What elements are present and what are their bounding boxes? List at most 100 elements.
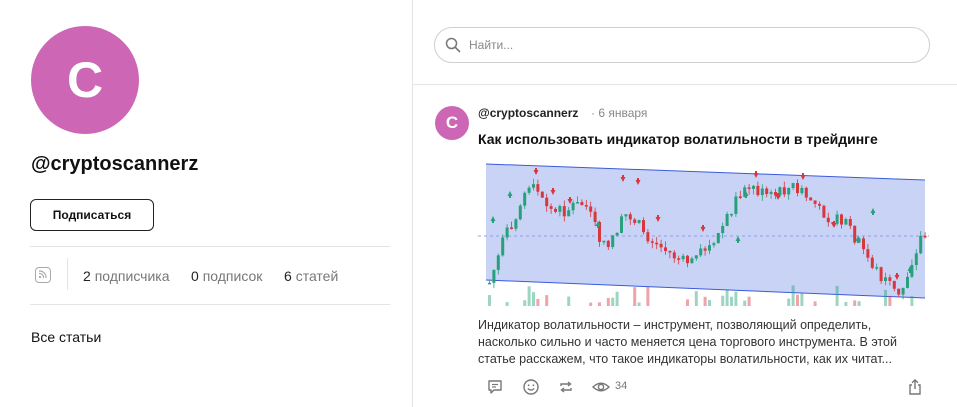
- volume-bar: [523, 300, 527, 306]
- comment-button[interactable]: [484, 376, 506, 398]
- candle-body: [888, 277, 892, 281]
- volume-bar: [606, 297, 610, 306]
- candle-body: [708, 245, 711, 251]
- volume-bar: [743, 300, 747, 306]
- volume-bar: [853, 300, 857, 306]
- candle-body: [835, 214, 839, 224]
- post-author-avatar[interactable]: C: [435, 106, 469, 140]
- candle-body: [822, 205, 826, 218]
- candle-body: [637, 220, 641, 223]
- volume-bar: [747, 296, 751, 306]
- candle-body: [782, 187, 786, 195]
- candle-body: [664, 247, 667, 251]
- search-box[interactable]: [434, 27, 930, 63]
- volume-bar: [796, 294, 799, 306]
- post-image[interactable]: [478, 158, 929, 306]
- volume-bar: [637, 302, 641, 306]
- candle-body: [659, 243, 663, 248]
- repost-button[interactable]: [555, 376, 577, 398]
- candle-body: [496, 255, 500, 270]
- volume-bar: [835, 285, 839, 306]
- candle-body: [523, 192, 527, 206]
- volume-bar: [694, 291, 698, 306]
- candle-body: [584, 205, 588, 207]
- profile-avatar[interactable]: C: [31, 26, 139, 134]
- volume-bar: [567, 296, 571, 306]
- candle-body: [602, 240, 606, 243]
- volume-bar: [787, 298, 791, 306]
- candle-body: [580, 202, 584, 206]
- candle-body: [752, 185, 755, 189]
- candle-body: [606, 240, 610, 248]
- volume-bar: [791, 285, 795, 306]
- all-articles-link[interactable]: Все статьи: [31, 329, 101, 345]
- candle-body: [875, 267, 879, 269]
- candle-body: [677, 258, 681, 260]
- search-input[interactable]: [469, 36, 909, 54]
- candle-body: [853, 225, 857, 243]
- candle-body: [870, 257, 874, 268]
- candle-body: [650, 241, 654, 243]
- volume-bar: [910, 296, 914, 306]
- candle-body: [549, 206, 553, 209]
- candle-body: [576, 202, 579, 204]
- candle-body: [514, 219, 518, 229]
- volume-bar: [708, 300, 711, 306]
- candle-body: [787, 187, 791, 195]
- candle-body: [532, 184, 535, 188]
- candle-body: [884, 277, 887, 282]
- candle-body: [866, 249, 870, 258]
- repost-icon: [560, 381, 572, 393]
- volume-bar: [589, 302, 593, 306]
- post-author[interactable]: @cryptoscannerz: [478, 106, 578, 120]
- views-count: 34: [615, 380, 628, 392]
- candle-body: [756, 185, 760, 196]
- stats-separator: [67, 258, 68, 290]
- candle-body: [818, 203, 821, 206]
- volume-bar: [633, 287, 637, 306]
- candle-body: [567, 210, 571, 217]
- share-button[interactable]: [904, 376, 926, 398]
- candle-body: [518, 205, 522, 220]
- candle-body: [914, 253, 918, 265]
- candle-body: [642, 220, 645, 233]
- volume-bar: [488, 295, 491, 306]
- candle-body: [791, 183, 795, 188]
- candle-body: [703, 248, 707, 251]
- candle-body: [892, 280, 896, 289]
- reaction-button[interactable]: [520, 376, 542, 398]
- candle-body: [804, 187, 808, 198]
- post-date: · 6 января: [591, 106, 648, 120]
- profile-panel: C @cryptoscannerz Подписаться 2 подписчи…: [0, 0, 412, 407]
- volume-bar: [800, 293, 804, 306]
- volume-bar: [532, 292, 535, 306]
- comment-icon: [488, 380, 502, 394]
- rss-icon[interactable]: [35, 267, 51, 283]
- post-title[interactable]: Как использовать индикатор волатильности…: [478, 131, 878, 147]
- subscribe-button[interactable]: Подписаться: [30, 199, 154, 231]
- volume-bar: [730, 296, 733, 306]
- candle-body: [646, 232, 650, 242]
- candle-body: [796, 183, 799, 194]
- candle-body: [765, 188, 769, 194]
- volume-bar: [844, 301, 848, 306]
- volume-bar: [611, 297, 615, 306]
- candle-body: [730, 213, 733, 216]
- candle-body: [492, 269, 496, 283]
- volume-bar: [505, 302, 509, 306]
- candle-body: [655, 242, 659, 245]
- candle-body: [558, 206, 562, 212]
- articles-stat[interactable]: 6 статей: [284, 268, 338, 284]
- subscribers-stat[interactable]: 2 подписчика: [83, 268, 170, 284]
- candle-body: [897, 288, 901, 295]
- candle-body: [545, 197, 549, 207]
- candle-body: [813, 200, 817, 204]
- candle-body: [624, 214, 628, 217]
- candle-body: [633, 219, 637, 223]
- following-stat[interactable]: 0 подписок: [191, 268, 262, 284]
- volume-bar: [686, 299, 689, 306]
- candle-body: [686, 255, 689, 264]
- post-excerpt[interactable]: Индикатор волатильности – инструмент, по…: [478, 317, 933, 368]
- candle-body: [615, 232, 619, 236]
- candle-body: [571, 202, 575, 211]
